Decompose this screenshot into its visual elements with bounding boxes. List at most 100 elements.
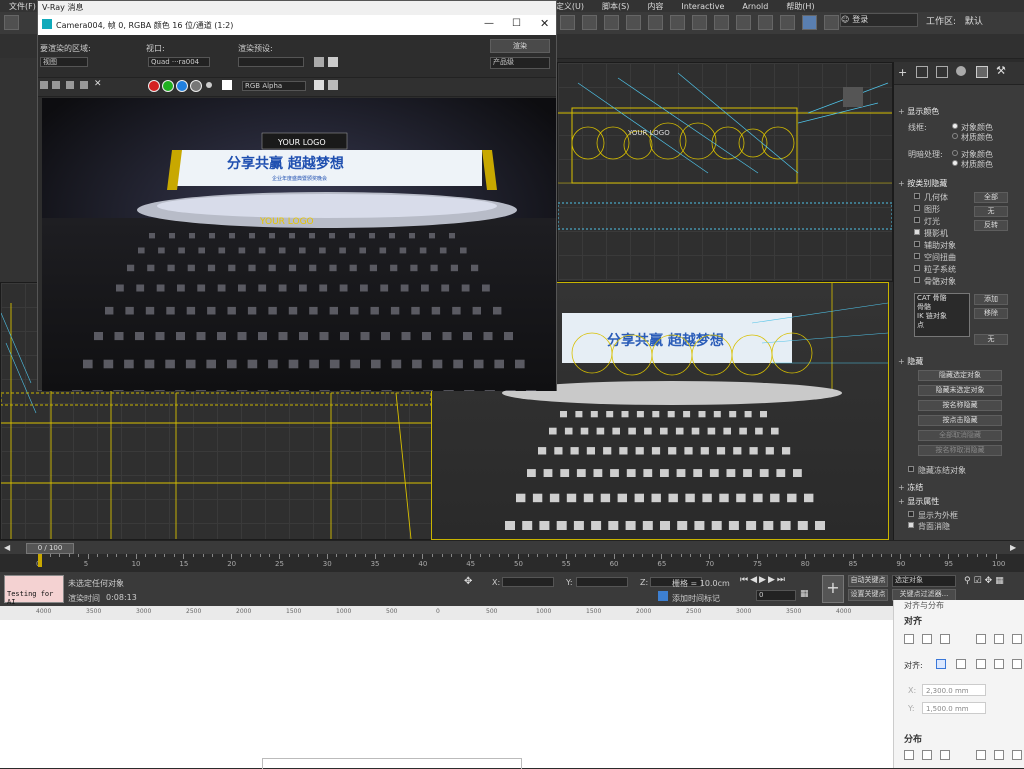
distribute-left-icon[interactable] [904, 750, 914, 760]
go-start-icon[interactable]: ⏮ [740, 575, 750, 585]
align-vcenter-icon[interactable] [994, 634, 1004, 644]
set-key-icon[interactable]: + [822, 575, 844, 603]
minimize-icon[interactable]: — [484, 18, 494, 29]
menu-item[interactable]: 内容 [638, 1, 672, 12]
curve-editor-icon[interactable] [670, 15, 685, 30]
channel-dropdown[interactable]: RGB Alpha [242, 81, 306, 91]
hide-option-button[interactable]: 按名称取消隐藏 [918, 445, 1002, 456]
time-slider[interactable]: ◀ 0 / 100 ▶ [0, 540, 1024, 555]
red-channel-icon[interactable] [148, 80, 160, 92]
remove-button[interactable]: 移除 [974, 308, 1008, 319]
region-render-icon[interactable] [328, 80, 338, 90]
environment-icon[interactable] [328, 57, 338, 67]
maxscript-listener[interactable]: Testing for AI [4, 575, 64, 606]
prev-frame-icon[interactable]: ◀ [750, 575, 759, 585]
x-coord-field[interactable] [502, 577, 554, 587]
distribute-top-icon[interactable] [976, 750, 986, 760]
align-top-icon[interactable] [976, 634, 986, 644]
hide-option-button[interactable]: 按名称隐藏 [918, 400, 1002, 411]
section-display-color[interactable]: 显示颜色 [898, 106, 939, 117]
alpha-channel-icon[interactable] [190, 80, 202, 92]
section-hide[interactable]: 隐藏 [898, 356, 923, 367]
category-checkbox[interactable] [914, 229, 920, 235]
set-key-button[interactable]: 设置关键点 [848, 589, 888, 601]
add-button[interactable]: 添加 [974, 294, 1008, 305]
section-display-props[interactable]: 显示属性 [898, 496, 939, 507]
wire-object-color-radio[interactable] [952, 123, 958, 129]
viewport-nav-icons[interactable]: ⚲☑✥▦ [964, 576, 1007, 586]
menu-item[interactable]: 帮助(H) [777, 1, 823, 12]
align-bottom-icon[interactable] [1012, 634, 1022, 644]
render-button[interactable]: 渲染 [490, 39, 550, 53]
distribute-right-icon[interactable] [940, 750, 950, 760]
shade-object-color-radio[interactable] [952, 150, 958, 156]
display-tab-icon[interactable] [976, 66, 988, 78]
login-dropdown[interactable]: ☺ 登录 [840, 13, 918, 27]
category-checkbox[interactable] [914, 265, 920, 271]
select-by-name-icon[interactable] [582, 15, 597, 30]
shade-material-color-radio[interactable] [952, 160, 958, 166]
clear-icon[interactable]: ✕ [94, 79, 102, 89]
hierarchy-tab-icon[interactable] [936, 66, 948, 78]
blue-channel-icon[interactable] [176, 80, 188, 92]
close-icon[interactable]: ✕ [540, 17, 549, 30]
menu-item[interactable]: 脚本(S) [593, 1, 638, 12]
invert-button[interactable]: 反转 [974, 220, 1008, 231]
preset-dropdown[interactable] [238, 57, 304, 67]
section-hide-by-category[interactable]: 按类别隐藏 [898, 178, 947, 189]
category-checkbox[interactable] [914, 217, 920, 223]
listbox-item[interactable]: IK 链对象 [915, 312, 969, 321]
align-y-field[interactable]: 1,500.0 mm [922, 702, 986, 714]
workspace-selector[interactable]: 工作区: 默认 [926, 14, 983, 27]
render-frame-icon[interactable] [758, 15, 773, 30]
wire-material-color-radio[interactable] [952, 133, 958, 139]
scene-explorer-icon[interactable] [648, 15, 663, 30]
category-checkbox[interactable] [914, 241, 920, 247]
clone-frame-icon[interactable] [66, 81, 74, 89]
frame-counter[interactable]: 0 / 100 [26, 543, 74, 554]
viewport-dropdown[interactable]: Quad ···ra004 [148, 57, 210, 67]
section-freeze[interactable]: 冻结 [898, 482, 923, 493]
print-icon[interactable] [80, 81, 88, 89]
next-frame-icon[interactable]: ▶ [768, 575, 777, 585]
hide-option-button[interactable]: 按点击隐藏 [918, 415, 1002, 426]
distribute-vcenter-icon[interactable] [994, 750, 1004, 760]
align-to-key-icon[interactable] [956, 659, 966, 669]
current-frame-field[interactable]: 0 [756, 590, 796, 601]
schematic-icon[interactable] [692, 15, 707, 30]
align-left-icon[interactable] [904, 634, 914, 644]
category-checkbox[interactable] [914, 277, 920, 283]
time-prev-icon[interactable]: ◀ [4, 543, 10, 552]
hide-option-button[interactable]: 隐藏选定对象 [918, 370, 1002, 381]
add-time-tag-label[interactable]: 添加时间标记 [672, 593, 720, 604]
undo-icon[interactable] [4, 15, 19, 30]
time-marker[interactable] [38, 554, 42, 567]
distribute-bottom-icon[interactable] [1012, 750, 1022, 760]
material-editor-icon[interactable] [714, 15, 729, 30]
swatch-icon[interactable] [222, 80, 232, 90]
play-icon[interactable]: ▶ [759, 575, 768, 585]
menu-item[interactable]: Arnold [733, 2, 777, 11]
align-to-page-icon[interactable] [1012, 659, 1022, 669]
selected-dropdown[interactable]: 选定对象 [892, 575, 956, 587]
render-setup-icon[interactable] [736, 15, 751, 30]
category-checkbox[interactable] [914, 193, 920, 199]
display-correction-icon[interactable] [314, 80, 324, 90]
maximize-icon[interactable]: ☐ [512, 18, 521, 29]
render-icon[interactable] [780, 15, 795, 30]
hide-frozen-checkbox[interactable] [908, 466, 914, 472]
hide-option-button[interactable]: 全部取消隐藏 [918, 430, 1002, 441]
copy-image-icon[interactable] [52, 81, 60, 89]
category-checkbox[interactable] [914, 253, 920, 259]
align-to-grid-icon[interactable] [994, 659, 1004, 669]
mono-icon[interactable] [206, 82, 212, 88]
document-canvas[interactable] [0, 620, 893, 769]
motion-tab-icon[interactable] [956, 66, 966, 76]
none-button-2[interactable]: 无 [974, 334, 1008, 345]
menu-item[interactable]: Interactive [672, 2, 733, 11]
filter-listbox[interactable]: CAT 骨骼 骨骼 IK 链对象点 [914, 293, 970, 337]
listbox-item[interactable]: 点 [915, 321, 969, 330]
listbox-item[interactable]: 骨骼 [915, 303, 969, 312]
display-as-box-checkbox[interactable] [908, 511, 914, 517]
track-bar[interactable]: 0510152025303540455055606570758085909510… [0, 554, 1024, 573]
